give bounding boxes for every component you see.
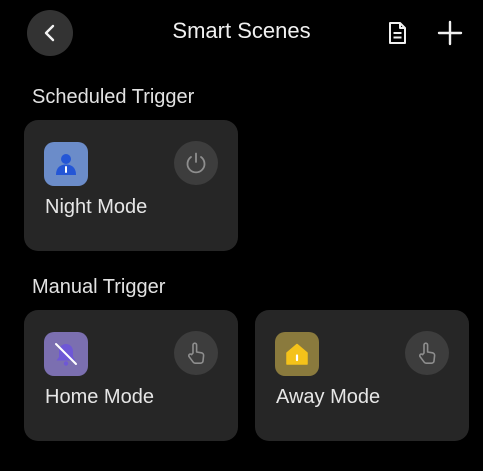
section-label-manual: Manual Trigger	[32, 276, 166, 298]
document-icon[interactable]	[383, 19, 411, 47]
home-icon	[286, 343, 308, 365]
scene-label-night-mode: Night Mode	[45, 196, 148, 218]
scene-label-home-mode: Home Mode	[45, 386, 154, 408]
power-button[interactable]	[174, 141, 218, 185]
header-bar: Smart Scenes	[0, 0, 483, 64]
person-icon	[56, 154, 76, 175]
alarm-off-icon	[55, 343, 77, 366]
scene-icon-night-mode	[44, 142, 88, 186]
scene-icon-home-mode	[44, 332, 88, 376]
tap-button-away[interactable]	[405, 331, 449, 375]
tap-button-home[interactable]	[174, 331, 218, 375]
scene-label-away-mode: Away Mode	[276, 386, 381, 408]
power-icon	[186, 152, 206, 174]
scene-card-night-mode[interactable]: Night Mode	[24, 120, 238, 251]
scene-icon-away-mode	[275, 332, 319, 376]
hand-tap-icon	[187, 342, 205, 365]
scene-card-away-mode[interactable]: Away Mode	[255, 310, 469, 441]
plus-icon[interactable]	[436, 19, 464, 47]
scene-card-home-mode[interactable]: Home Mode	[24, 310, 238, 441]
section-label-scheduled: Scheduled Trigger	[32, 86, 195, 108]
hand-tap-icon	[418, 342, 436, 365]
